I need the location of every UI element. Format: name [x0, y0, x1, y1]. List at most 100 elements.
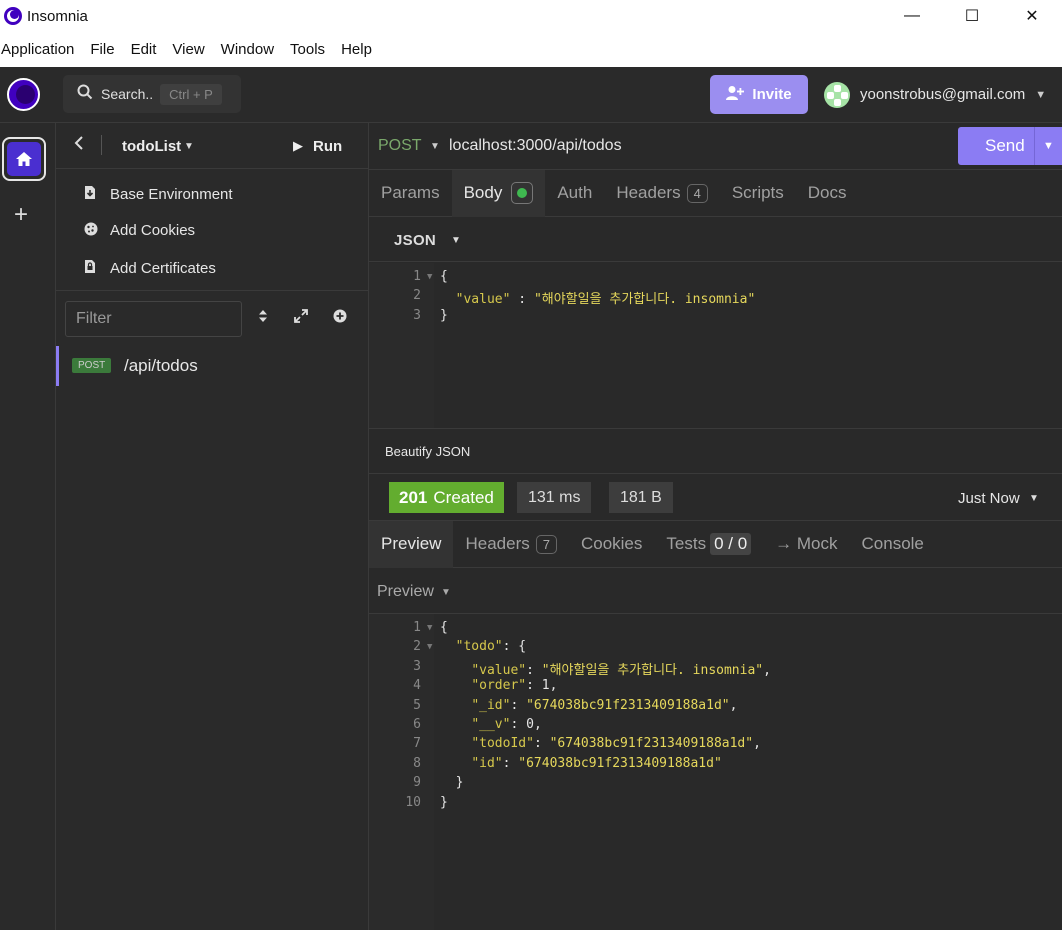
sort-icon[interactable] — [258, 309, 268, 327]
beautify-json-button[interactable]: Beautify JSON — [369, 428, 1062, 474]
search-button[interactable]: Search.. Ctrl + P — [63, 75, 241, 113]
window-controls: — ☐ ✕ — [882, 0, 1062, 32]
sidebar-item-add-certificates[interactable]: Add Certificates — [84, 259, 216, 277]
search-label: Search.. — [101, 86, 154, 102]
code-line: 3 "value": "해야할일을 추가합니다. insomnia", — [413, 658, 771, 678]
request-body-editor[interactable]: 1 ▼ { 2 "value" : "해야할일을 추가합니다. insomnia"… — [369, 263, 1062, 428]
maximize-icon[interactable]: ☐ — [942, 0, 1002, 32]
code-line: 2 "value" : "해야할일을 추가합니다. insomnia" — [413, 288, 756, 307]
menu-edit[interactable]: Edit — [123, 41, 165, 58]
play-icon[interactable]: ▶ — [293, 138, 303, 154]
tab-label: Headers — [465, 534, 530, 553]
insomnia-home-logo-icon[interactable] — [7, 78, 40, 111]
tab-tests[interactable]: Tests 0 / 0 — [654, 521, 763, 568]
title-bar: Insomnia — ☐ ✕ — [0, 0, 1062, 32]
avatar — [824, 81, 850, 108]
body-type-select[interactable]: JSON ▼ — [369, 218, 1062, 262]
tab-console[interactable]: Console — [850, 521, 936, 568]
tab-cookies[interactable]: Cookies — [569, 521, 654, 568]
user-menu[interactable]: yoonstrobus@gmail.com ▼ — [824, 81, 1046, 108]
run-button[interactable]: Run — [313, 138, 342, 155]
chevron-down-icon[interactable]: ▼ — [184, 141, 194, 152]
code-line: 6 "__v": 0, — [413, 717, 542, 732]
beautify-label: Beautify JSON — [385, 444, 471, 459]
request-item[interactable]: POST /api/todos — [56, 346, 368, 386]
invite-button[interactable]: Invite — [710, 75, 808, 114]
collection-sidebar: todoList ▼ ▶ Run Base Environment Add Co… — [56, 123, 369, 930]
tab-docs[interactable]: Docs — [796, 170, 859, 217]
cookie-icon — [84, 222, 102, 239]
code-line: 3 } — [413, 308, 448, 323]
chevron-down-icon: ▼ — [441, 587, 451, 598]
menu-view[interactable]: View — [164, 41, 212, 58]
menu-application[interactable]: Application — [0, 41, 82, 58]
code-line: 9 } — [413, 775, 464, 791]
code-line: 10} — [405, 794, 448, 810]
preview-mode-select[interactable]: Preview ▼ — [369, 568, 1062, 614]
response-time: 131 ms — [517, 482, 592, 513]
preview-mode-label: Preview — [377, 583, 434, 600]
method-select[interactable]: POST — [378, 137, 422, 155]
fold-icon: ▼ — [427, 623, 433, 633]
minimize-icon[interactable]: — — [882, 0, 942, 32]
project-rail: + — [0, 123, 56, 930]
chevron-down-icon[interactable]: ▼ — [1034, 127, 1062, 165]
collection-name[interactable]: todoList — [122, 138, 181, 155]
tab-params[interactable]: Params — [369, 170, 452, 217]
home-button[interactable] — [2, 137, 46, 181]
fold-icon: ▼ — [427, 642, 433, 653]
chevron-down-icon: ▼ — [451, 235, 461, 246]
response-tabs: Preview Headers 7 Cookies Tests 0 / 0 → … — [369, 520, 1062, 568]
app-header: Search.. Ctrl + P Invite yoonstrobus@gma… — [0, 67, 1062, 123]
home-icon — [7, 142, 41, 176]
request-path: /api/todos — [124, 356, 198, 375]
response-body-viewer[interactable]: 1 ▼{2 ▼ "todo": {3 "value": "해야할일을 추가합니다. … — [369, 614, 1062, 930]
filter-input[interactable]: Filter — [65, 301, 242, 337]
add-project-icon[interactable]: + — [14, 201, 28, 229]
tab-response-headers[interactable]: Headers 7 — [453, 521, 569, 568]
url-bar: POST ▼ localhost:3000/api/todos Send ▼ — [369, 123, 1062, 170]
sidebar-item-label: Base Environment — [110, 185, 233, 203]
tab-preview[interactable]: Preview — [369, 520, 454, 568]
menu-help[interactable]: Help — [333, 41, 380, 58]
sidebar-item-add-cookies[interactable]: Add Cookies — [84, 222, 195, 239]
search-shortcut: Ctrl + P — [160, 83, 222, 105]
tab-mock[interactable]: → Mock — [763, 521, 849, 568]
user-email: yoonstrobus@gmail.com — [860, 86, 1026, 103]
sidebar-item-label: Add Cookies — [110, 222, 196, 239]
add-circle-icon[interactable] — [333, 309, 347, 327]
menu-file[interactable]: File — [82, 41, 122, 58]
close-icon[interactable]: ✕ — [1002, 0, 1062, 32]
header-divider — [101, 135, 102, 155]
tab-label: Headers — [616, 183, 681, 202]
expand-icon[interactable] — [294, 309, 308, 327]
status-badge: 201 Created — [389, 482, 504, 513]
tab-auth[interactable]: Auth — [545, 170, 604, 217]
menu-window[interactable]: Window — [213, 41, 282, 58]
add-user-icon — [726, 85, 745, 104]
status-dot-icon — [511, 182, 534, 204]
certificate-icon — [84, 259, 102, 277]
insomnia-logo-icon — [4, 7, 22, 25]
chevron-down-icon[interactable]: ▼ — [430, 141, 440, 152]
menu-tools[interactable]: Tools — [282, 41, 333, 58]
request-pane: POST ▼ localhost:3000/api/todos Send ▼ P… — [369, 123, 1062, 930]
chevron-down-icon[interactable]: ▼ — [1029, 493, 1039, 504]
url-input[interactable]: localhost:3000/api/todos — [449, 137, 622, 155]
search-icon — [77, 84, 93, 105]
sidebar-item-base-environment[interactable]: Base Environment — [84, 185, 233, 203]
menu-bar: Application File Edit View Window Tools … — [0, 32, 1062, 67]
code-line: 8 "id": "674038bc91f2313409188a1d" — [413, 755, 722, 771]
response-size: 181 B — [609, 482, 673, 513]
send-button[interactable]: Send ▼ — [958, 127, 1062, 165]
tab-body[interactable]: Body — [451, 169, 546, 217]
code-line: 5 "_id": "674038bc91f2313409188a1d", — [413, 697, 738, 713]
code-line: 1 ▼ { — [413, 269, 448, 284]
tab-headers[interactable]: Headers 4 — [604, 170, 720, 217]
method-badge: POST — [72, 358, 112, 373]
response-history[interactable]: Just Now — [958, 490, 1020, 507]
request-tabs: Params Body Auth Headers 4 Scripts Docs — [369, 169, 1062, 217]
tab-label: Tests — [666, 534, 707, 553]
chevron-left-icon[interactable] — [74, 136, 84, 154]
tab-scripts[interactable]: Scripts — [720, 170, 796, 217]
